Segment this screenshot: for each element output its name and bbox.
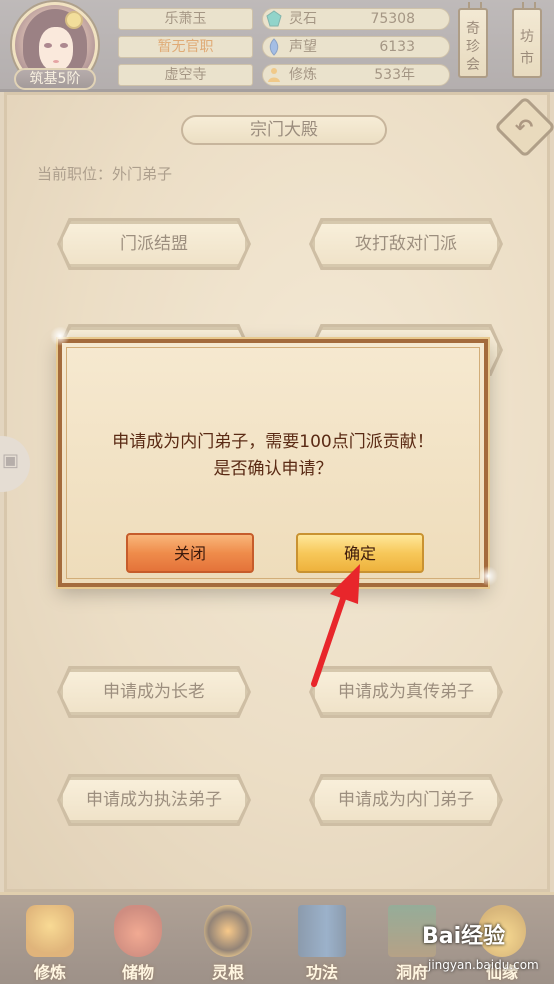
dialog-message: 申请成为内门弟子，需要100点门派贡献！ 是否确认申请？: [62, 429, 484, 483]
close-button[interactable]: 关闭: [126, 533, 254, 573]
dialog-message-line1: 申请成为内门弟子，需要100点门派贡献！: [112, 432, 434, 452]
dialog-message-line2: 是否确认申请？: [213, 459, 333, 479]
confirm-dialog: 申请成为内门弟子，需要100点门派贡献！ 是否确认申请？ 关闭 确定: [58, 339, 488, 587]
watermark-logo-text: Bai经验: [422, 924, 506, 949]
watermark-url: jingyan.baidu.com: [428, 958, 539, 972]
sparkle-icon: [50, 326, 70, 346]
red-arrow-icon: [311, 564, 360, 687]
baidu-watermark: Bai经验 jingyan.baidu.com: [420, 918, 554, 984]
sparkle-icon: [478, 566, 498, 586]
